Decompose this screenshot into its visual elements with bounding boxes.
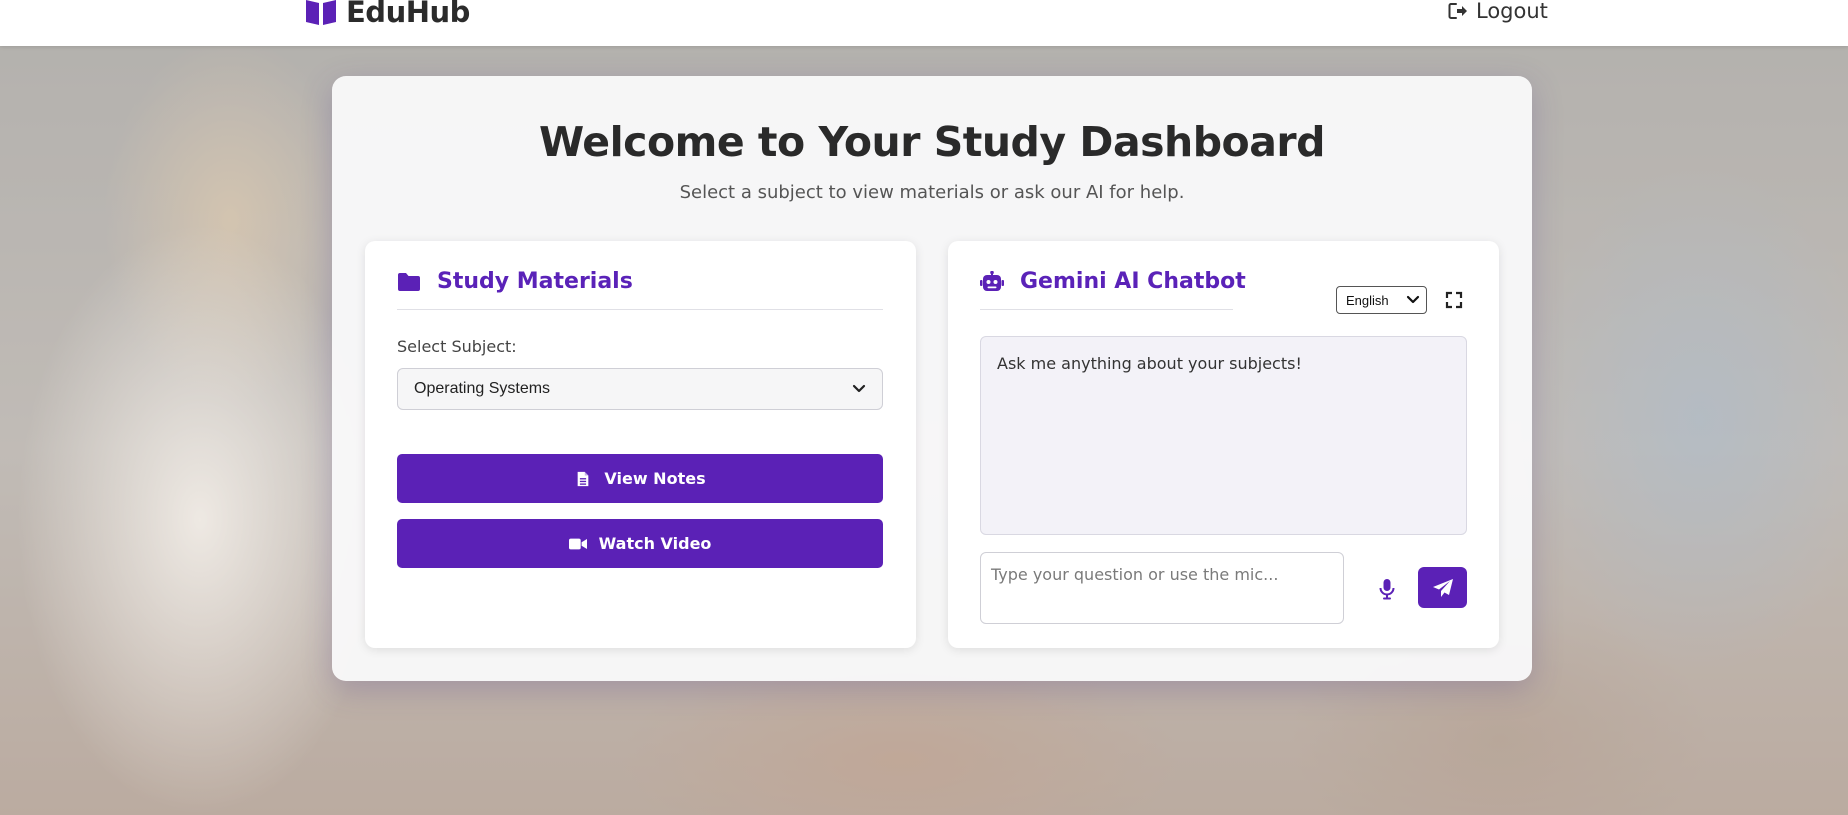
- bot-message: Ask me anything about your subjects!: [997, 354, 1302, 373]
- chevron-down-icon: [852, 384, 866, 393]
- chat-input[interactable]: [980, 552, 1344, 624]
- dashboard-card: Welcome to Your Study Dashboard Select a…: [332, 76, 1532, 681]
- study-materials-panel: Study Materials Select Subject: Operatin…: [365, 241, 916, 648]
- subject-selected-value: Operating Systems: [414, 380, 551, 397]
- view-notes-label: View Notes: [604, 469, 706, 488]
- file-icon: [578, 471, 589, 486]
- chatbot-panel: Gemini AI Chatbot English Ask me anythin…: [948, 241, 1499, 648]
- robot-icon: [980, 270, 1004, 291]
- microphone-icon: [1379, 579, 1395, 600]
- book-icon: [306, 0, 336, 25]
- watch-video-label: Watch Video: [598, 534, 712, 553]
- page-title: Welcome to Your Study Dashboard: [539, 118, 1325, 166]
- chatbot-title: Gemini AI Chatbot: [1020, 269, 1246, 294]
- language-select[interactable]: English: [1336, 286, 1427, 314]
- subject-label: Select Subject:: [397, 337, 517, 356]
- logout-link[interactable]: Logout: [1448, 0, 1548, 28]
- chatbot-header: Gemini AI Chatbot: [980, 269, 1246, 294]
- paper-plane-icon: [1432, 578, 1453, 597]
- divider: [980, 309, 1233, 310]
- brand-name: EduHub: [346, 0, 470, 29]
- watch-video-button[interactable]: Watch Video: [397, 519, 883, 568]
- logout-label: Logout: [1476, 0, 1548, 23]
- study-materials-title: Study Materials: [437, 269, 633, 294]
- brand-logo[interactable]: EduHub: [304, 0, 470, 32]
- divider: [397, 309, 883, 310]
- chevron-down-icon: [1406, 295, 1420, 304]
- sign-out-icon: [1448, 3, 1467, 19]
- language-selected-value: English: [1346, 292, 1389, 308]
- subject-select[interactable]: Operating Systems: [397, 368, 883, 410]
- video-camera-icon: [568, 538, 587, 549]
- folder-icon: [398, 272, 420, 291]
- fullscreen-button[interactable]: [1444, 290, 1464, 310]
- view-notes-button[interactable]: View Notes: [397, 454, 883, 503]
- study-materials-header: Study Materials: [397, 269, 633, 294]
- expand-icon: [1445, 291, 1463, 309]
- chat-messages: Ask me anything about your subjects!: [980, 336, 1467, 535]
- mic-button[interactable]: [1377, 578, 1397, 600]
- send-button[interactable]: [1418, 567, 1467, 608]
- top-navbar: EduHub Logout: [0, 0, 1848, 46]
- page-subtitle: Select a subject to view materials or as…: [679, 182, 1185, 203]
